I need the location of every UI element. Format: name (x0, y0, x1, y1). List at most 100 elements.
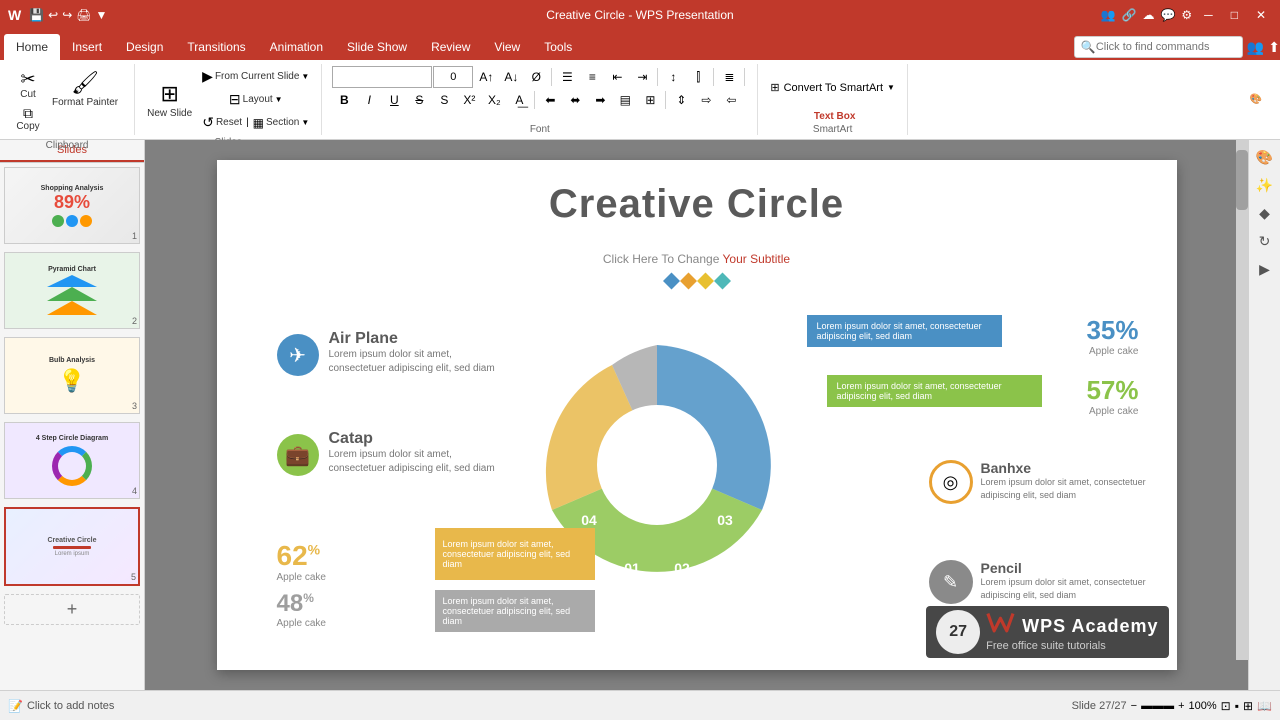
align-text-icon: ≣ (724, 70, 734, 84)
layout-button[interactable]: ⊟ Layout ▼ (198, 89, 313, 110)
font-name-input[interactable] (332, 66, 432, 88)
zoom-out-button[interactable]: − (1131, 700, 1137, 712)
tab-insert[interactable]: Insert (60, 34, 114, 60)
slide-thumb-1[interactable]: Shopping Analysis 89% 1 (4, 167, 140, 244)
cut-button[interactable]: ✂ Cut (12, 68, 44, 102)
zoom-slider[interactable]: ▬▬▬ (1141, 700, 1174, 712)
align-right-button[interactable]: ➡ (588, 90, 612, 110)
format-painter-button[interactable]: 🖌 Format Painter (48, 68, 122, 110)
font-size-input[interactable] (433, 66, 473, 88)
slide-thumb-5[interactable]: Creative Circle Lorem ipsum 5 (4, 507, 140, 586)
slide-4-preview: 4 Step Circle Diagram (5, 423, 139, 498)
strikethrough-icon: S (415, 93, 423, 107)
search-input[interactable] (1096, 41, 1236, 53)
separator7 (534, 91, 535, 109)
tab-review[interactable]: Review (419, 34, 482, 60)
text-highlight-button[interactable]: A͟ (507, 90, 531, 110)
slide-thumb-3[interactable]: Bulb Analysis 💡 3 (4, 337, 140, 414)
copy-button[interactable]: ⧉ Copy (12, 104, 44, 134)
decrease-indent-button[interactable]: ⇤ (605, 67, 629, 87)
add-slide-button[interactable]: + (4, 594, 140, 625)
indent-less-button[interactable]: ⇦ (719, 90, 743, 110)
tab-tools[interactable]: Tools (532, 34, 584, 60)
view-reading-button[interactable]: 📖 (1257, 699, 1272, 713)
increase-font-button[interactable]: A↑ (474, 67, 498, 87)
sync-button[interactable]: ↻ (1252, 228, 1278, 254)
strikethrough-button[interactable]: S (407, 90, 431, 110)
clear-format-icon: Ø (532, 70, 541, 84)
view-normal-button[interactable]: ▪ (1235, 699, 1239, 713)
bullets-button[interactable]: ☰ (555, 67, 579, 87)
justify-button[interactable]: ▤ (613, 90, 637, 110)
search-box[interactable]: 🔍 (1074, 36, 1243, 58)
align-left-button[interactable]: ⬅ (538, 90, 562, 110)
magic-wand-button[interactable]: ✨ (1252, 172, 1278, 198)
customize-icon[interactable]: ▼ (96, 8, 108, 22)
shadow-button[interactable]: S (432, 90, 456, 110)
tab-design[interactable]: Design (114, 34, 175, 60)
increase-indent-button[interactable]: ⇥ (630, 67, 654, 87)
align-center-button[interactable]: ⬌ (563, 90, 587, 110)
indent-more-button[interactable]: ⇨ (694, 90, 718, 110)
zoom-in-button[interactable]: + (1178, 700, 1184, 712)
undo-icon[interactable]: ↩ (48, 8, 58, 22)
fit-button[interactable]: ⊡ (1221, 699, 1231, 713)
line-spacing-button[interactable]: ↕ (661, 67, 685, 87)
cloud-icon[interactable]: ☁ (1142, 8, 1154, 22)
tab-view[interactable]: View (482, 34, 532, 60)
tab-transitions[interactable]: Transitions (175, 34, 257, 60)
close-button[interactable]: ✕ (1250, 8, 1272, 22)
para-spacing-button[interactable]: ⇕ (669, 90, 693, 110)
section-button[interactable]: ↺ Reset | ▦ Section ▼ (198, 112, 313, 133)
settings-icon[interactable]: ⚙ (1181, 8, 1192, 22)
add-notes-text[interactable]: Click to add notes (27, 700, 114, 712)
decrease-font-button[interactable]: A↓ (499, 67, 523, 87)
slide-canvas[interactable]: Creative Circle Click Here To Change You… (217, 160, 1177, 670)
slide-thumb-4[interactable]: 4 Step Circle Diagram 4 (4, 422, 140, 499)
bottom-bar: 📝 Click to add notes Slide 27/27 − ▬▬▬ +… (0, 690, 1280, 720)
share-btn[interactable]: ⬆ (1268, 39, 1280, 56)
tab-slideshow[interactable]: Slide Show (335, 34, 419, 60)
tab-home[interactable]: Home (4, 34, 60, 60)
line-spacing-icon: ↕ (670, 70, 676, 84)
new-slide-button[interactable]: ⊞ New Slide (143, 79, 196, 121)
maximize-button[interactable]: □ (1225, 8, 1244, 22)
scrollbar-thumb-v[interactable] (1236, 150, 1248, 210)
minimize-button[interactable]: ─ (1198, 8, 1219, 22)
more-button[interactable]: ⊞ (638, 90, 662, 110)
callout-57: Lorem ipsum dolor sit amet, consectetuer… (827, 375, 1042, 407)
designer-button[interactable]: 🎨 (1240, 92, 1272, 107)
pencil-title: Pencil (981, 560, 1159, 576)
numbering-button[interactable]: ≡ (580, 67, 604, 87)
align-text-button[interactable]: ≣ (717, 67, 741, 87)
bold-icon: B (340, 93, 349, 107)
superscript-button[interactable]: X² (457, 90, 481, 110)
tab-animation[interactable]: Animation (258, 34, 335, 60)
slide-count: Slide 27/27 (1072, 700, 1127, 712)
wps-badge-number: 27 (949, 623, 967, 641)
underline-button[interactable]: U (382, 90, 406, 110)
bold-button[interactable]: B (332, 90, 356, 110)
reset-icon: ↺ (202, 114, 214, 131)
columns-button[interactable]: ⫿ (686, 67, 710, 87)
save-icon[interactable]: 💾 (29, 8, 44, 22)
italic-button[interactable]: I (357, 90, 381, 110)
from-current-button[interactable]: ▶ From Current Slide ▼ (198, 66, 313, 87)
print-icon[interactable]: 🖨 (76, 8, 91, 22)
collab-icon[interactable]: 👥 (1247, 39, 1264, 56)
diamond-button[interactable]: ◆ (1252, 200, 1278, 226)
slideshow-button[interactable]: ▶ (1252, 256, 1278, 282)
share-icon[interactable]: 👥 (1101, 8, 1116, 22)
subscript-button[interactable]: X₂ (482, 90, 506, 110)
external-link-icon[interactable]: 🔗 (1122, 8, 1137, 22)
subscript-icon: X₂ (488, 93, 501, 107)
clear-format-button[interactable]: Ø (524, 67, 548, 87)
redo-icon[interactable]: ↪ (62, 8, 72, 22)
slide-title-area: Creative Circle (217, 182, 1177, 227)
design-ideas-button[interactable]: 🎨 (1252, 144, 1278, 170)
comment-icon[interactable]: 💬 (1160, 8, 1175, 22)
convert-smartart-button[interactable]: ⊞ Convert To SmartArt ▼ (766, 79, 899, 96)
slide-thumb-2[interactable]: Pyramid Chart 2 (4, 252, 140, 329)
view-slide-button[interactable]: ⊞ (1243, 699, 1253, 713)
vertical-scrollbar[interactable] (1236, 140, 1248, 660)
